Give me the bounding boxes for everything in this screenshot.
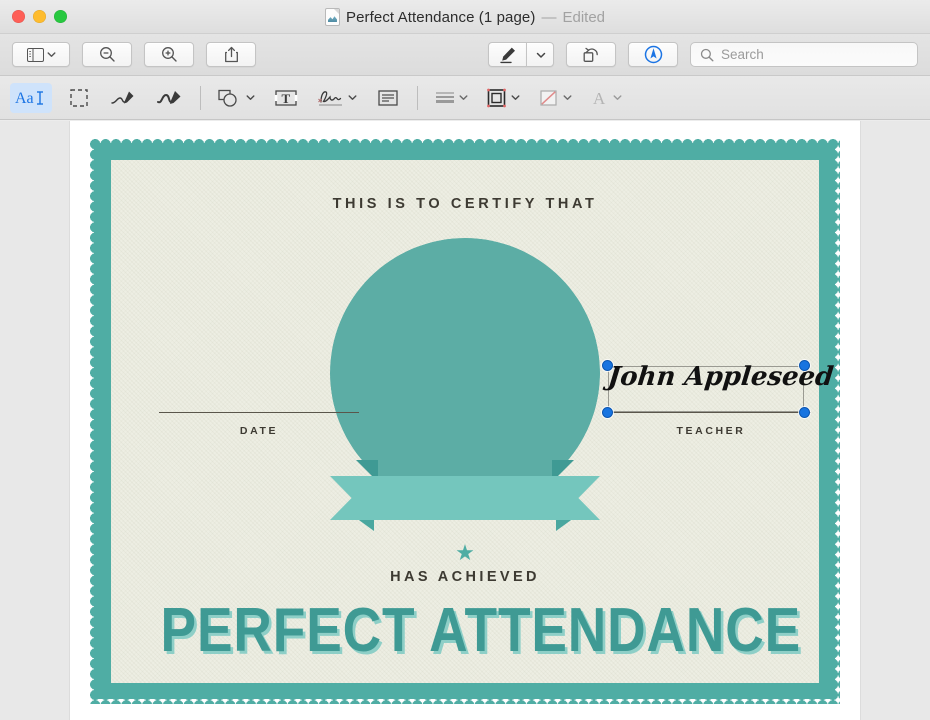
certificate-body: THIS IS TO CERTIFY THAT ★ HAS ACHIEVED P… [111,160,819,683]
main-toolbar: Search [0,34,930,76]
shapes-icon [217,88,243,108]
resize-handle-top-left[interactable] [602,360,613,371]
document-icon [324,8,340,26]
date-label: DATE [239,425,279,437]
ribbon-banner [330,460,600,540]
rotate-left-icon [582,46,600,64]
teacher-signature-block: TEACHER [611,412,811,437]
markup-item-sign[interactable] [313,83,361,113]
zoom-out-icon [99,46,116,63]
draw-marker-icon [156,88,184,108]
pdf-page[interactable]: THIS IS TO CERTIFY THAT ★ HAS ACHIEVED P… [70,121,860,720]
text-box-icon: T [274,88,298,108]
chevron-down-icon [246,93,255,102]
zoom-in-icon [161,46,178,63]
zoom-button[interactable] [54,10,67,23]
chevron-down-icon [563,93,572,102]
markup-item-note[interactable] [371,83,405,113]
achieved-text: HAS ACHIEVED [390,569,540,585]
close-button[interactable] [12,10,25,23]
markup-item-shape-style[interactable] [430,83,472,113]
award-title: PERFECT ATTENDANCE [160,596,802,665]
document-view[interactable]: THIS IS TO CERTIFY THAT ★ HAS ACHIEVED P… [0,121,930,720]
window-title: Perfect Attendance (1 page) [345,8,536,26]
markup-item-text-style[interactable]: A [586,83,626,113]
markup-separator-2 [417,85,418,110]
ribbon-band [330,476,600,520]
preview-window: Perfect Attendance (1 page) — Edited Sea… [0,0,930,720]
resize-handle-top-right[interactable] [799,360,810,371]
resize-handle-bottom-right[interactable] [799,407,810,418]
chevron-down-icon [348,93,357,102]
markup-item-rectangular-selection[interactable] [62,83,96,113]
certificate: THIS IS TO CERTIFY THAT ★ HAS ACHIEVED P… [90,139,840,704]
date-line [159,412,359,413]
sidebar-icon [26,47,44,62]
signature-annotation[interactable]: John Appleseed [602,360,835,418]
rotate-button[interactable] [566,42,616,67]
edited-status: Edited [562,8,606,26]
signature-text[interactable]: John Appleseed [606,362,835,392]
note-icon [377,88,399,108]
dashed-rectangle-icon [69,88,89,108]
certify-text: THIS IS TO CERTIFY THAT [332,196,598,212]
markup-item-sketch[interactable] [106,83,142,113]
star-icon: ★ [455,540,475,565]
teacher-label: TEACHER [676,425,746,437]
zoom-in-button[interactable] [144,42,194,67]
share-button[interactable] [206,42,256,67]
markup-item-text[interactable]: T [269,83,303,113]
markup-pen-button[interactable] [488,42,526,67]
markup-separator-1 [200,85,201,110]
minimize-button[interactable] [33,10,46,23]
chevron-down-icon [47,50,56,59]
title-separator: — [541,8,557,26]
letter-a-icon: A [590,88,610,108]
svg-text:A: A [593,89,606,108]
svg-text:Aa: Aa [15,90,34,107]
signature-icon [317,88,345,108]
markup-item-border-color[interactable] [482,83,524,113]
sketch-pen-icon [110,88,138,108]
markup-item-fill-color[interactable] [534,83,576,113]
border-square-icon [486,88,508,108]
pen-icon [499,46,517,64]
teacher-line [611,412,811,413]
svg-text:T: T [282,91,291,106]
title-bar: Perfect Attendance (1 page) — Edited [0,0,930,34]
resize-handle-bottom-left[interactable] [602,407,613,418]
text-selection-icon: Aa [14,88,48,108]
markup-item-text-selection[interactable]: Aa [10,82,52,113]
zoom-out-button[interactable] [82,42,132,67]
markup-toolbar-icon [644,45,663,64]
chevron-down-icon [613,93,622,102]
chevron-down-icon [536,50,545,59]
search-field[interactable]: Search [690,42,918,67]
search-placeholder: Search [721,47,764,62]
window-title-group: Perfect Attendance (1 page) — Edited [0,0,930,34]
annotate-button[interactable] [628,42,678,67]
chevron-down-icon [459,93,468,102]
markup-toolbar: Aa T A [0,76,930,120]
chevron-down-icon [511,93,520,102]
fill-swatch-icon [538,88,560,108]
share-icon [224,46,239,63]
markup-item-shapes[interactable] [213,83,259,113]
sidebar-toggle-button[interactable] [12,42,70,67]
line-weights-icon [434,88,456,108]
markup-pen-dropdown[interactable] [526,42,554,67]
markup-item-draw[interactable] [152,83,188,113]
date-signature-block: DATE [159,412,359,437]
search-icon [700,48,714,62]
traffic-lights [12,10,67,23]
